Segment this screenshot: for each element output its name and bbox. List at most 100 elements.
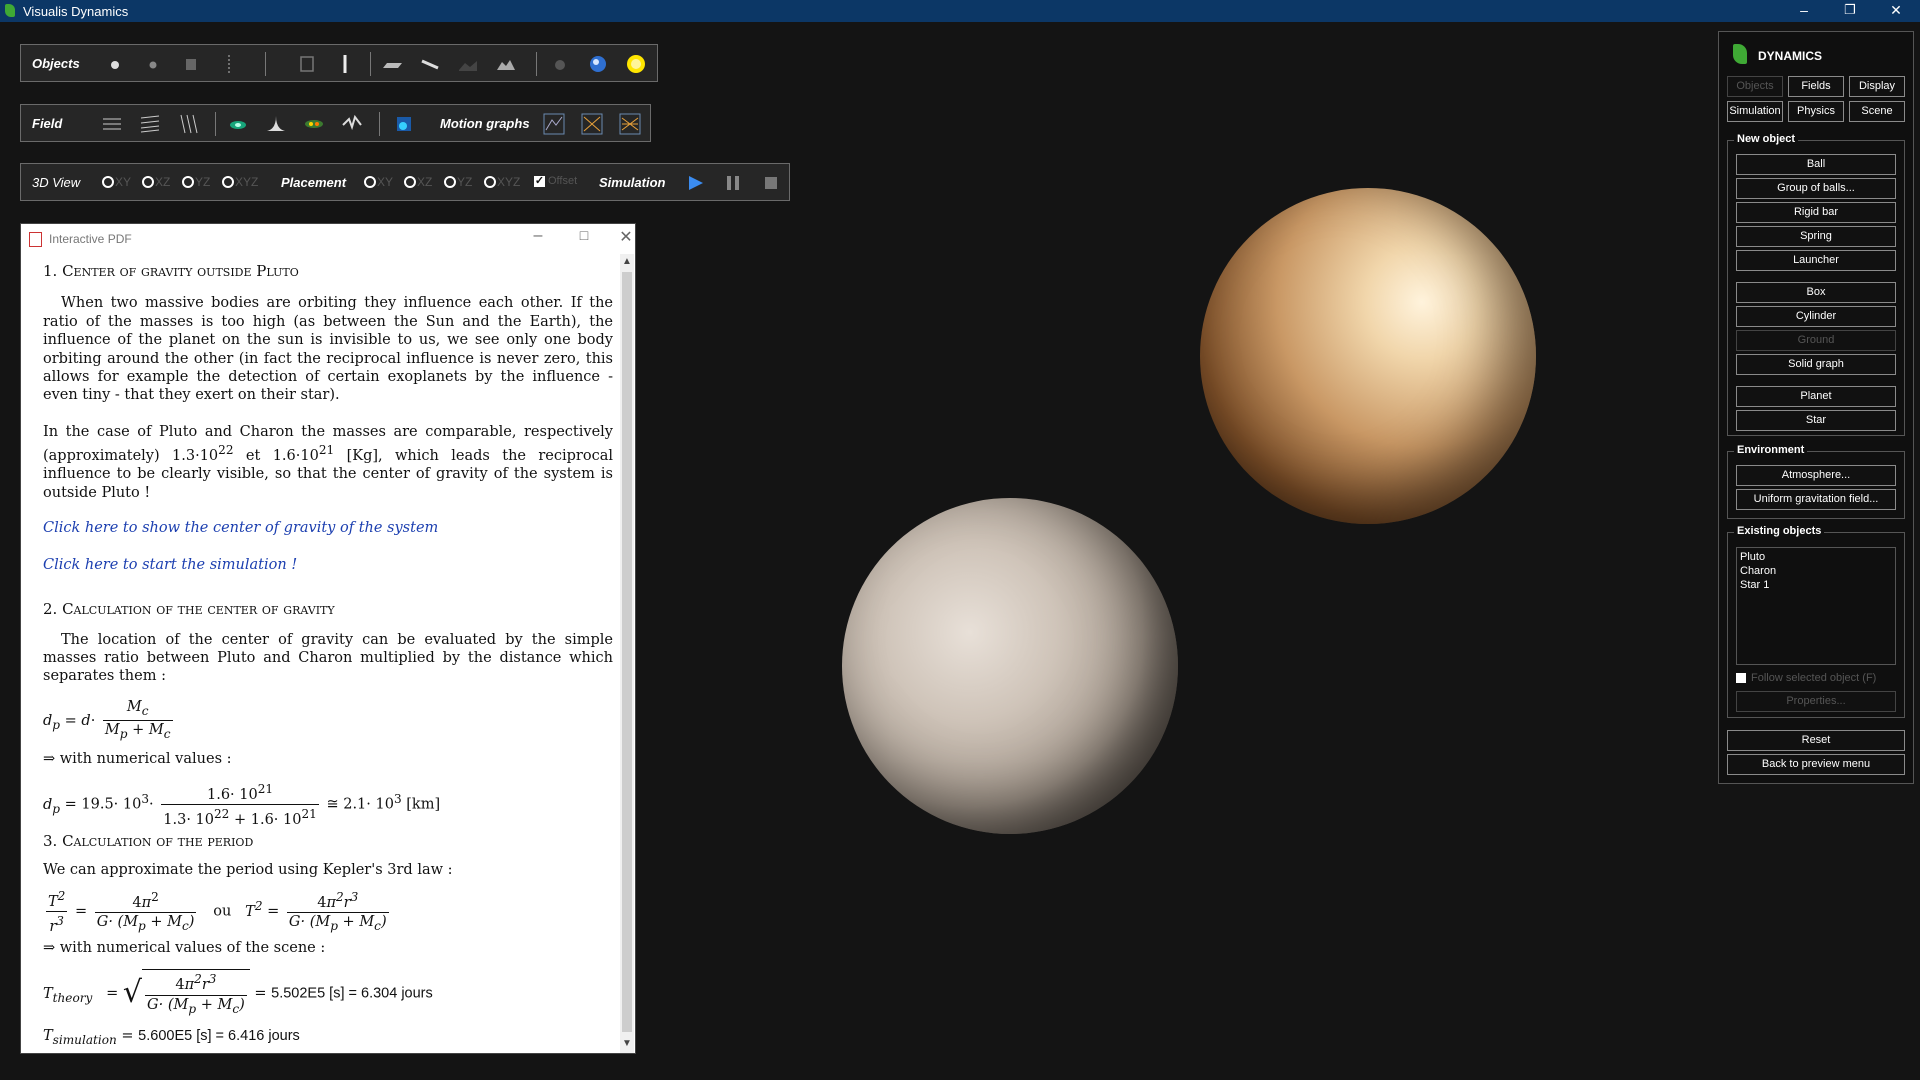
play-icon[interactable]: [684, 172, 706, 194]
scroll-up-icon[interactable]: ▲: [620, 256, 634, 267]
pdf-scrollbar[interactable]: ▲ ▼: [620, 254, 634, 1053]
charon-planet[interactable]: [842, 498, 1178, 834]
checkmark-icon: ✓: [534, 175, 545, 187]
planet-button[interactable]: Planet: [1736, 386, 1896, 407]
list-item[interactable]: Pluto: [1740, 550, 1892, 564]
list-item[interactable]: Star 1: [1740, 578, 1892, 592]
ground-tool-icon[interactable]: [381, 53, 403, 75]
section-2-paragraph-1: The location of the center of gravity ca…: [43, 631, 613, 685]
field-surface-icon[interactable]: [341, 113, 363, 135]
group-of-balls-button[interactable]: Group of balls...: [1736, 178, 1896, 199]
spring-tool-icon[interactable]: [218, 53, 240, 75]
motion-graph-cross-icon[interactable]: [581, 113, 603, 135]
ground-button[interactable]: Ground: [1736, 330, 1896, 351]
start-simulation-link[interactable]: Click here to start the simulation !: [43, 556, 613, 574]
placement-radio-yz[interactable]: YZ: [444, 175, 472, 189]
spring-button[interactable]: Spring: [1736, 226, 1896, 247]
box-button[interactable]: Box: [1736, 282, 1896, 303]
show-center-of-gravity-link[interactable]: Click here to show the center of gravity…: [43, 519, 613, 537]
simulation-label: Simulation: [599, 175, 666, 190]
pdf-close-icon[interactable]: ✕: [611, 227, 641, 247]
scrollbar-thumb[interactable]: [622, 272, 632, 1032]
tab-objects[interactable]: Objects: [1727, 76, 1783, 97]
environment-title: Environment: [1734, 444, 1808, 456]
reset-button[interactable]: Reset: [1727, 730, 1905, 751]
pluto-planet[interactable]: [1200, 188, 1536, 524]
view-radio-yz[interactable]: YZ: [182, 175, 210, 189]
equation-dp: dp = d· Mc Mp + Mc: [43, 698, 173, 741]
star-tool-icon[interactable]: [625, 53, 647, 75]
interactive-pdf-window: Interactive PDF – □ ✕ ▲ ▼ 1. Center of g…: [20, 223, 636, 1054]
properties-button[interactable]: Properties...: [1736, 691, 1896, 712]
motion-graph-multi-icon[interactable]: [619, 113, 641, 135]
field-colored-icon[interactable]: [303, 113, 325, 135]
field-lines-dense-icon[interactable]: [139, 113, 161, 135]
toolbar-separator: [379, 112, 380, 136]
placement-label: Placement: [281, 175, 347, 190]
toolbar-separator: [536, 52, 537, 76]
field-lines-icon[interactable]: [101, 113, 123, 135]
field-potential-icon[interactable]: [265, 113, 287, 135]
cylinder-button[interactable]: Cylinder: [1736, 306, 1896, 327]
section-1-paragraph-2: In the case of Pluto and Charon the mass…: [43, 423, 613, 501]
placement-radio-xz[interactable]: XZ: [404, 175, 432, 189]
field-toolbar: Field Motion graphs: [20, 104, 651, 142]
placement-radio-xy[interactable]: XY: [364, 175, 393, 189]
equation-kepler: T2 r3 = 4π2 G· (Mp + Mc) ou T2 = 4π2r3 G· (…: [46, 888, 389, 936]
launcher-tool-icon[interactable]: [334, 53, 356, 75]
dark-planet-tool-icon[interactable]: [549, 53, 571, 75]
field-gradient-icon[interactable]: [393, 113, 415, 135]
ball-tool-icon[interactable]: [104, 53, 126, 75]
pdf-content: 1. Center of gravity outside Pluto When …: [43, 262, 613, 1055]
rigid-bar-button[interactable]: Rigid bar: [1736, 202, 1896, 223]
new-object-title: New object: [1734, 133, 1799, 145]
tab-simulation[interactable]: Simulation: [1727, 101, 1783, 122]
solid-graph-button[interactable]: Solid graph: [1736, 354, 1896, 375]
tab-scene[interactable]: Scene: [1849, 101, 1905, 122]
tab-display[interactable]: Display: [1849, 76, 1905, 97]
close-icon[interactable]: ✕: [1874, 0, 1918, 22]
pdf-maximize-icon[interactable]: □: [569, 227, 599, 243]
scroll-down-icon[interactable]: ▼: [620, 1038, 634, 1049]
equation-t-simulation: Tsimulation = 5.600E5 [s] = 6.416 jours: [43, 1028, 300, 1048]
minimize-icon[interactable]: –: [1782, 0, 1826, 22]
pause-icon[interactable]: [722, 172, 744, 194]
terrain-tool-icon[interactable]: [495, 53, 517, 75]
pdf-window-title: Interactive PDF: [49, 232, 132, 246]
follow-selected-object-label: Follow selected object (F): [1751, 672, 1877, 684]
equation-dp-numeric: dp = 19.5· 103· 1.6· 1021 1.3· 1022 + 1.6…: [43, 782, 441, 829]
objects-toolbar-label: Objects: [32, 56, 80, 71]
tab-physics[interactable]: Physics: [1788, 101, 1844, 122]
field-vertical-lines-icon[interactable]: [177, 113, 199, 135]
group-of-balls-tool-icon[interactable]: [142, 53, 164, 75]
launcher-button[interactable]: Launcher: [1736, 250, 1896, 271]
t-theory-value: 5.502E5 [s] = 6.304 jours: [271, 985, 433, 1002]
existing-objects-list[interactable]: Pluto Charon Star 1: [1736, 547, 1896, 665]
rigid-bar-tool-icon[interactable]: [419, 53, 441, 75]
star-button[interactable]: Star: [1736, 410, 1896, 431]
toolbar-separator: [265, 52, 266, 76]
objects-toolbar: Objects: [20, 44, 658, 82]
box-tool-icon[interactable]: [180, 53, 202, 75]
back-to-preview-menu-button[interactable]: Back to preview menu: [1727, 754, 1905, 775]
motion-graph-line-icon[interactable]: [543, 113, 565, 135]
planet-tool-icon[interactable]: [587, 53, 609, 75]
uniform-gravitation-field-button[interactable]: Uniform gravitation field...: [1736, 489, 1896, 510]
placement-radio-xyz[interactable]: XYZ: [484, 175, 520, 189]
ball-button[interactable]: Ball: [1736, 154, 1896, 175]
atmosphere-button[interactable]: Atmosphere...: [1736, 465, 1896, 486]
list-item[interactable]: Charon: [1740, 564, 1892, 578]
dynamics-brand-name: DYNAMICS: [1758, 49, 1823, 63]
window-title: Visualis Dynamics: [23, 4, 129, 19]
tab-fields[interactable]: Fields: [1788, 76, 1844, 97]
cylinder-tool-icon[interactable]: [296, 53, 318, 75]
window-titlebar: Visualis Dynamics – ❐ ✕: [0, 0, 1920, 22]
view-radio-xz[interactable]: XZ: [142, 175, 170, 189]
view-radio-xyz[interactable]: XYZ: [222, 175, 258, 189]
stop-icon[interactable]: [760, 172, 782, 194]
pdf-minimize-icon[interactable]: –: [523, 227, 553, 245]
solid-graph-tool-icon[interactable]: [457, 53, 479, 75]
view-radio-xy[interactable]: XY: [102, 175, 131, 189]
restore-icon[interactable]: ❐: [1828, 0, 1872, 22]
field-glow-icon[interactable]: [227, 113, 249, 135]
